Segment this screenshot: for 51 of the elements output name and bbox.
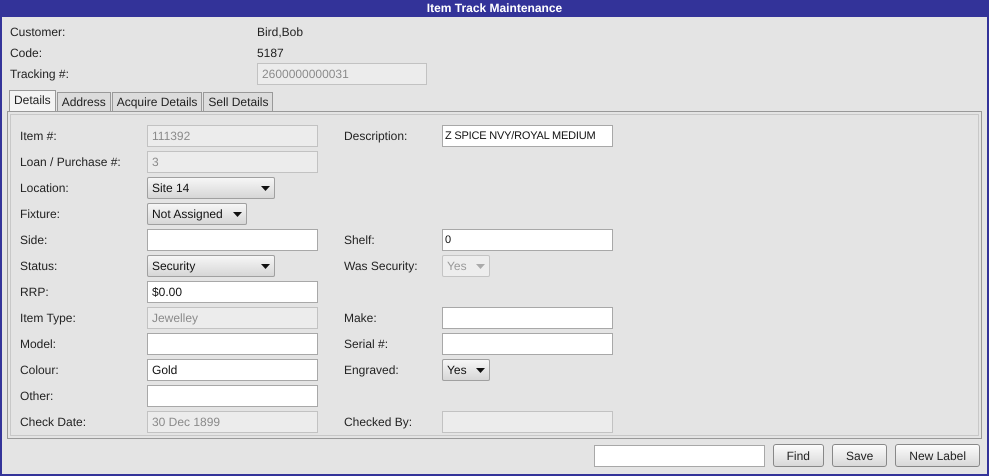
dropdown[interactable]: Yes <box>442 359 490 381</box>
field-label: Checked By: <box>344 414 414 431</box>
input-field[interactable] <box>147 333 318 355</box>
field-label: Code: <box>10 44 44 62</box>
window-title: Item Track Maintenance <box>2 0 987 17</box>
input-field[interactable]: 0 <box>442 229 613 251</box>
input-field[interactable] <box>147 229 318 251</box>
dropdown[interactable]: Not Assigned <box>147 203 247 225</box>
tab[interactable]: Details <box>9 90 56 111</box>
field-label: Colour: <box>20 362 60 379</box>
field-label: Tracking #: <box>10 66 70 83</box>
field-label: Serial #: <box>344 336 390 353</box>
search-field[interactable] <box>594 444 765 466</box>
field-value: 5187 <box>257 44 284 62</box>
field-label: Engraved: <box>344 362 400 379</box>
tab[interactable]: Acquire Details <box>112 92 202 111</box>
field-label: Model: <box>20 336 58 353</box>
input-field[interactable] <box>442 307 613 329</box>
field-label: Status: <box>20 258 58 275</box>
action-button[interactable]: Find <box>772 444 824 467</box>
field-label: Item #: <box>20 128 58 145</box>
field-value: Bird,Bob <box>257 24 304 40</box>
input-field[interactable]: Gold <box>147 359 318 381</box>
tab[interactable]: Address <box>56 92 111 111</box>
field-label: Customer: <box>10 24 66 40</box>
field-label: Was Security: <box>344 258 419 275</box>
field-label: Check Date: <box>20 414 88 431</box>
caret-icon <box>261 186 270 190</box>
field-label: Shelf: <box>344 232 376 249</box>
field-label: RRP: <box>20 284 50 301</box>
field-label: Side: <box>20 232 48 249</box>
field-label: Location: <box>20 180 70 197</box>
field-label: Fixture: <box>20 206 62 223</box>
field-label: Loan / Purchase #: <box>20 154 122 171</box>
input-field[interactable]: Z SPICE NVY/ROYAL MEDIUM <box>442 125 613 147</box>
caret-icon <box>476 368 485 372</box>
field-label: Other: <box>20 388 54 405</box>
caret-icon <box>476 264 485 268</box>
action-button[interactable]: Save <box>832 444 888 467</box>
dropdown[interactable]: Security <box>147 255 275 277</box>
tab[interactable]: Sell Details <box>203 92 274 111</box>
input-field[interactable] <box>147 385 318 407</box>
field-label: Make: <box>344 310 378 327</box>
field-label: Item Type: <box>20 310 77 327</box>
input-field[interactable]: $0.00 <box>147 281 318 303</box>
dropdown[interactable]: Site 14 <box>147 177 275 199</box>
new-label-button[interactable]: New Label <box>895 444 980 467</box>
input-field[interactable] <box>442 333 613 355</box>
caret-icon <box>261 264 270 268</box>
field-label: Description: <box>344 128 408 145</box>
caret-icon <box>233 212 242 216</box>
